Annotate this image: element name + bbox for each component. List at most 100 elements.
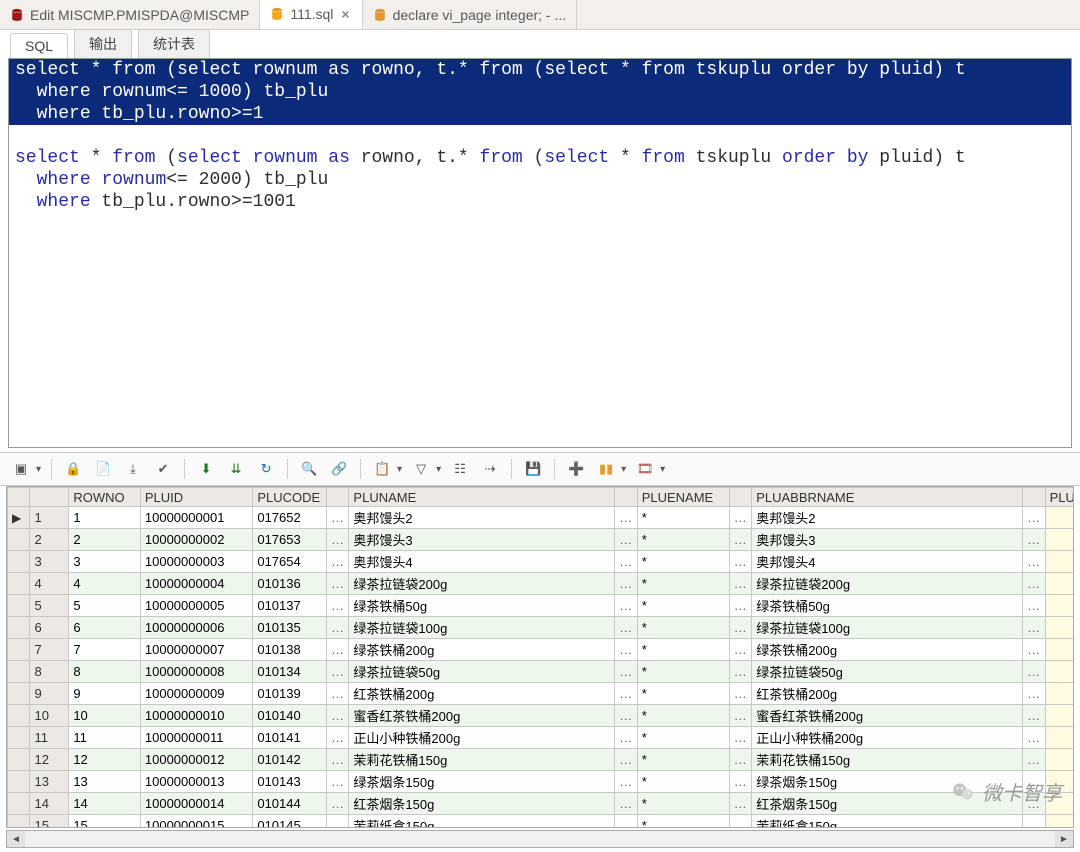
ellipsis-icon[interactable]: …	[615, 639, 637, 661]
cell-pluid[interactable]: 10000000002	[140, 529, 252, 551]
filter-icon[interactable]: ▽	[410, 458, 432, 480]
cell-pluid[interactable]: 10000000010	[140, 705, 252, 727]
cell-pluname[interactable]: 奥邦馒头4	[349, 551, 615, 573]
ellipsis-icon[interactable]: …	[729, 683, 751, 705]
cell-rowno[interactable]: 6	[69, 617, 141, 639]
cell-pluid[interactable]: 10000000014	[140, 793, 252, 815]
ellipsis-icon[interactable]: …	[1023, 595, 1045, 617]
cell-pluname[interactable]: 奥邦馒头2	[349, 507, 615, 529]
ellipsis-icon[interactable]: …	[1023, 749, 1045, 771]
cell-plucode[interactable]: 010136	[253, 573, 327, 595]
sql-line-selected[interactable]: where tb_plu.rowno>=1	[9, 103, 1071, 125]
cell-pluename[interactable]: *	[637, 705, 729, 727]
ellipsis-icon[interactable]: …	[1023, 683, 1045, 705]
ellipsis-icon[interactable]: …	[615, 617, 637, 639]
ellipsis-icon[interactable]: …	[615, 661, 637, 683]
cell-plumn[interactable]	[1045, 551, 1074, 573]
cell-plumn[interactable]	[1045, 661, 1074, 683]
cell-plumn[interactable]	[1045, 507, 1074, 529]
cell-plumn[interactable]	[1045, 573, 1074, 595]
sql-line[interactable]: where tb_plu.rowno>=1001	[9, 191, 1071, 213]
ellipsis-icon[interactable]: …	[729, 727, 751, 749]
column-header-pluabbrname[interactable]: PLUABBRNAME	[752, 488, 1023, 507]
column-header-blank[interactable]	[30, 488, 69, 507]
cell-pluname[interactable]: 红茶烟条150g	[349, 793, 615, 815]
dropdown-arrow-icon[interactable]: ▾	[436, 464, 441, 475]
cell-plucode[interactable]: 010135	[253, 617, 327, 639]
cell-pluabbrname[interactable]: 正山小种铁桶200g	[752, 727, 1023, 749]
cell-pluename[interactable]: *	[637, 793, 729, 815]
horizontal-scrollbar[interactable]: ◄ ►	[6, 830, 1074, 848]
column-header-pluid[interactable]: PLUID	[140, 488, 252, 507]
cell-pluename[interactable]: *	[637, 661, 729, 683]
ellipsis-icon[interactable]: …	[1023, 727, 1045, 749]
cell-pluid[interactable]: 10000000012	[140, 749, 252, 771]
cell-plumn[interactable]	[1045, 793, 1074, 815]
ellipsis-icon[interactable]: …	[729, 815, 751, 829]
table-row[interactable]: 131310000000013010143…绿茶烟条150g…*…绿茶烟条150…	[8, 771, 1075, 793]
ellipsis-icon[interactable]: …	[326, 529, 348, 551]
refresh-icon[interactable]: ↻	[255, 458, 277, 480]
film-icon[interactable]: 🎞	[634, 458, 656, 480]
ellipsis-icon[interactable]: …	[729, 639, 751, 661]
cell-pluabbrname[interactable]: 蜜香红茶铁桶200g	[752, 705, 1023, 727]
tree-icon[interactable]: ☷	[449, 458, 471, 480]
cell-rowno[interactable]: 15	[69, 815, 141, 829]
cell-rowno[interactable]: 4	[69, 573, 141, 595]
table-row[interactable]: ▶1110000000001017652…奥邦馒头2…*…奥邦馒头2…	[8, 507, 1075, 529]
cell-pluid[interactable]: 10000000005	[140, 595, 252, 617]
cell-pluename[interactable]: *	[637, 749, 729, 771]
cell-rowno[interactable]: 5	[69, 595, 141, 617]
ellipsis-icon[interactable]: …	[1023, 705, 1045, 727]
cell-plucode[interactable]: 017654	[253, 551, 327, 573]
table-row[interactable]: 7710000000007010138…绿茶铁桶200g…*…绿茶铁桶200g…	[8, 639, 1075, 661]
table-row[interactable]: 101010000000010010140…蜜香红茶铁桶200g…*…蜜香红茶铁…	[8, 705, 1075, 727]
dropdown-arrow-icon[interactable]: ▾	[36, 464, 41, 475]
cell-plumn[interactable]	[1045, 617, 1074, 639]
save-icon[interactable]: 💾	[522, 458, 544, 480]
cell-pluabbrname[interactable]: 绿茶拉链袋200g	[752, 573, 1023, 595]
fetch-icon[interactable]: ⤓	[122, 458, 144, 480]
ellipsis-icon[interactable]: …	[1023, 551, 1045, 573]
ellipsis-icon[interactable]: …	[326, 771, 348, 793]
cell-pluname[interactable]: 红茶铁桶200g	[349, 683, 615, 705]
sql-line[interactable]	[9, 125, 1071, 147]
cell-plucode[interactable]: 010140	[253, 705, 327, 727]
dropdown-arrow-icon[interactable]: ▾	[660, 464, 665, 475]
ellipsis-icon[interactable]: …	[729, 551, 751, 573]
cell-pluabbrname[interactable]: 绿茶拉链袋100g	[752, 617, 1023, 639]
table-row[interactable]: 8810000000008010134…绿茶拉链袋50g…*…绿茶拉链袋50g…	[8, 661, 1075, 683]
cell-pluabbrname[interactable]: 绿茶拉链袋50g	[752, 661, 1023, 683]
cell-pluname[interactable]: 绿茶拉链袋200g	[349, 573, 615, 595]
ellipsis-icon[interactable]: …	[1023, 661, 1045, 683]
cell-pluid[interactable]: 10000000011	[140, 727, 252, 749]
column-header-blank[interactable]	[615, 488, 637, 507]
cell-pluname[interactable]: 绿茶拉链袋50g	[349, 661, 615, 683]
column-header-blank[interactable]	[729, 488, 751, 507]
cell-pluname[interactable]: 茉莉花铁桶150g	[349, 749, 615, 771]
ellipsis-icon[interactable]: …	[729, 529, 751, 551]
ellipsis-icon[interactable]: …	[729, 661, 751, 683]
cell-plucode[interactable]: 010139	[253, 683, 327, 705]
ellipsis-icon[interactable]: …	[615, 727, 637, 749]
cell-pluid[interactable]: 10000000003	[140, 551, 252, 573]
cell-rowno[interactable]: 10	[69, 705, 141, 727]
cell-rowno[interactable]: 9	[69, 683, 141, 705]
ellipsis-icon[interactable]: …	[326, 639, 348, 661]
ellipsis-icon[interactable]: …	[615, 683, 637, 705]
cell-pluabbrname[interactable]: 红茶烟条150g	[752, 793, 1023, 815]
copy-icon[interactable]: 📄	[92, 458, 114, 480]
ellipsis-icon[interactable]: …	[1023, 617, 1045, 639]
results-grid-wrapper[interactable]: ROWNOPLUIDPLUCODEPLUNAMEPLUENAMEPLUABBRN…	[6, 486, 1074, 828]
ellipsis-icon[interactable]: …	[1023, 573, 1045, 595]
cell-plucode[interactable]: 010137	[253, 595, 327, 617]
clipboard-icon[interactable]: 📋	[371, 458, 393, 480]
cell-plucode[interactable]: 010143	[253, 771, 327, 793]
sql-line-selected[interactable]: where rownum<= 1000) tb_plu	[9, 81, 1071, 103]
ellipsis-icon[interactable]: …	[1023, 507, 1045, 529]
column-header-pluename[interactable]: PLUENAME	[637, 488, 729, 507]
cell-plucode[interactable]: 010145	[253, 815, 327, 829]
cell-pluname[interactable]: 奥邦馒头3	[349, 529, 615, 551]
column-header-rowno[interactable]: ROWNO	[69, 488, 141, 507]
link-icon[interactable]: 🔗	[328, 458, 350, 480]
